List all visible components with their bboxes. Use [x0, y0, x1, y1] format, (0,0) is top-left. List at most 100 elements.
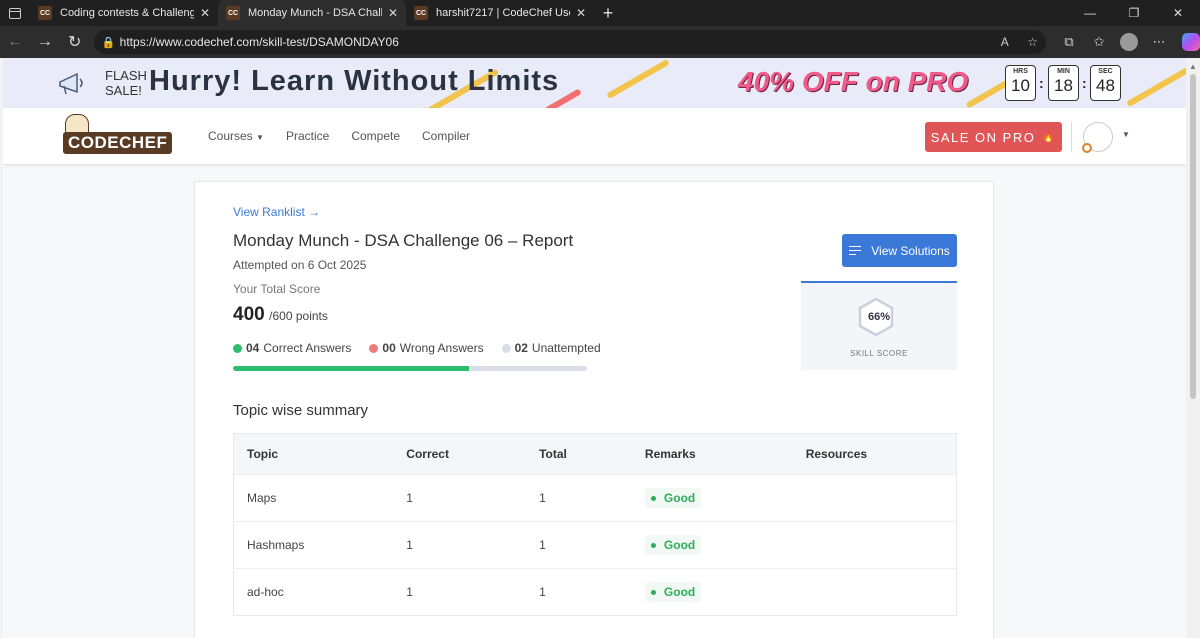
scroll-up-icon[interactable]: ▲ [1189, 62, 1197, 71]
scrollbar-thumb[interactable] [1190, 74, 1196, 399]
decor-stripe [1126, 66, 1186, 108]
skill-score-label: SKILL SCORE [850, 349, 908, 358]
timer-colon: : [1082, 75, 1087, 91]
page-scrollbar[interactable]: ▲ [1186, 58, 1200, 638]
close-window-icon[interactable]: ✕ [1156, 0, 1200, 26]
menu-courses[interactable]: Courses ▼ [208, 129, 264, 143]
timer-colon: : [1039, 75, 1044, 91]
answer-legend: 04 Correct Answers 00 Wrong Answers 02 Unat… [233, 341, 619, 355]
forward-icon[interactable]: → [30, 33, 60, 51]
correct-cell: 1 [393, 474, 527, 522]
tab-title: harshit7217 | CodeChef User Prof [436, 7, 570, 19]
read-aloud-icon[interactable]: A [1001, 35, 1009, 49]
skill-score-value: 66% [867, 311, 891, 323]
decor-stripe [606, 58, 670, 100]
skill-score-panel: 66% SKILL SCORE [801, 281, 957, 370]
unattempted-dot-icon [501, 343, 511, 353]
menu-practice[interactable]: Practice [286, 129, 329, 143]
resources-cell [792, 474, 957, 522]
correct-dot-icon [233, 343, 242, 353]
resources-cell [792, 568, 957, 616]
promo-headline: Hurry! Learn Without Limits [149, 65, 560, 97]
new-tab-button[interactable]: + [594, 0, 622, 26]
codechef-favicon-icon: CC [38, 6, 52, 20]
timer-hours: HRS 10 [1005, 65, 1036, 101]
flash-sale-label: FLASH SALE! [105, 68, 147, 98]
total-cell: 1 [526, 474, 632, 522]
menu-compete[interactable]: Compete [351, 129, 400, 143]
topic-cell: Hashmaps [233, 521, 394, 569]
timer-minutes: MIN 18 [1048, 65, 1079, 101]
topic-summary-heading: Topic wise summary [233, 402, 369, 419]
menu-compiler[interactable]: Compiler [422, 129, 470, 143]
url-text[interactable]: https://www.codechef.com/skill-test/DSAM… [120, 35, 987, 49]
browser-tab-user-profile[interactable]: CC harshit7217 | CodeChef User Prof ✕ [406, 0, 594, 26]
solutions-list-icon [849, 245, 863, 257]
sale-on-pro-button[interactable]: SALE ON PRO 🔥 [925, 122, 1062, 152]
streak-badge-icon [1082, 143, 1092, 153]
tab-title: Monday Munch - DSA Challenge [248, 7, 382, 19]
column-header-remarks: Remarks [631, 433, 793, 475]
window-controls: — ❐ ✕ [1068, 0, 1200, 26]
tab-close-icon[interactable]: ✕ [574, 6, 588, 20]
profile-avatar-icon[interactable] [1120, 33, 1139, 51]
total-score-label: Your Total Score [233, 282, 321, 296]
status-dot-icon [650, 542, 656, 548]
favorites-icon[interactable]: ✩ [1084, 34, 1114, 50]
user-menu-caret-icon[interactable]: ▼ [1122, 130, 1130, 139]
back-icon[interactable]: ← [0, 33, 30, 51]
column-header-resources: Resources [792, 433, 957, 475]
view-ranklist-link[interactable]: View Ranklist → [233, 205, 320, 219]
table-row: Maps 1 1 Good [233, 474, 957, 522]
tab-actions-button[interactable] [0, 0, 30, 26]
topic-summary-table: Topic Correct Total Remarks Resources Ma… [233, 433, 957, 616]
tab-close-icon[interactable]: ✕ [386, 6, 400, 20]
chevron-down-icon: ▼ [256, 133, 264, 142]
browser-tab-monday-munch[interactable]: CC Monday Munch - DSA Challenge ✕ [218, 0, 406, 26]
column-header-topic: Topic [233, 433, 394, 475]
score-value: 400 [233, 304, 265, 325]
table-header-row: Topic Correct Total Remarks Resources [233, 433, 957, 475]
browser-tab-bar: CC Coding contests & Challenges ✕ CC Mon… [0, 0, 1200, 26]
legend-unattempted: 02 Unattempted [501, 341, 601, 355]
main-menu: Courses ▼ Practice Compete Compiler [208, 129, 470, 143]
divider [1071, 122, 1072, 152]
resources-cell [792, 521, 957, 569]
codechef-logo[interactable]: CODECHEF [61, 114, 179, 158]
remarks-cell: Good [631, 474, 793, 522]
site-header: CODECHEF Courses ▼ Practice Compete Comp… [3, 108, 1186, 165]
site-info-icon[interactable]: 🔒 [102, 36, 120, 49]
maximize-icon[interactable]: ❐ [1112, 0, 1156, 26]
status-dot-icon [650, 495, 656, 501]
browser-tab-contests[interactable]: CC Coding contests & Challenges ✕ [30, 0, 218, 26]
user-avatar[interactable] [1082, 122, 1113, 153]
wrong-dot-icon [369, 343, 379, 353]
fire-icon: 🔥 [1042, 131, 1057, 143]
megaphone-icon [59, 72, 83, 95]
remark-badge: Good [644, 535, 702, 555]
remarks-cell: Good [631, 521, 793, 569]
topic-cell: ad-hoc [233, 568, 394, 616]
total-score: 400 /600 points [233, 304, 328, 326]
extensions-icon[interactable]: ⧉ [1054, 34, 1084, 50]
view-solutions-button[interactable]: View Solutions [842, 234, 957, 267]
remarks-cell: Good [631, 568, 793, 616]
legend-correct: 04 Correct Answers [233, 341, 351, 355]
attempted-date: Attempted on 6 Oct 2025 [233, 258, 367, 272]
tab-actions-icon [9, 7, 21, 19]
correct-cell: 1 [393, 521, 527, 569]
remark-badge: Good [644, 582, 702, 602]
minimize-icon[interactable]: — [1068, 0, 1112, 26]
progress-fill [233, 366, 470, 371]
browser-address-bar: ← → ↻ 🔒 https://www.codechef.com/skill-t… [0, 26, 1200, 58]
copilot-icon[interactable] [1182, 33, 1200, 51]
refresh-icon[interactable]: ↻ [60, 32, 90, 52]
codechef-favicon-icon: CC [226, 6, 240, 20]
tab-close-icon[interactable]: ✕ [198, 6, 212, 20]
favorite-star-icon[interactable]: ☆ [1027, 35, 1038, 49]
more-options-icon[interactable]: ⋯ [1144, 34, 1174, 50]
score-progress-bar [233, 366, 587, 371]
table-row: ad-hoc 1 1 Good [233, 568, 957, 616]
promo-banner[interactable]: FLASH SALE! Hurry! Learn Without Limits … [3, 58, 1186, 108]
url-field[interactable]: 🔒 https://www.codechef.com/skill-test/DS… [93, 30, 1047, 54]
